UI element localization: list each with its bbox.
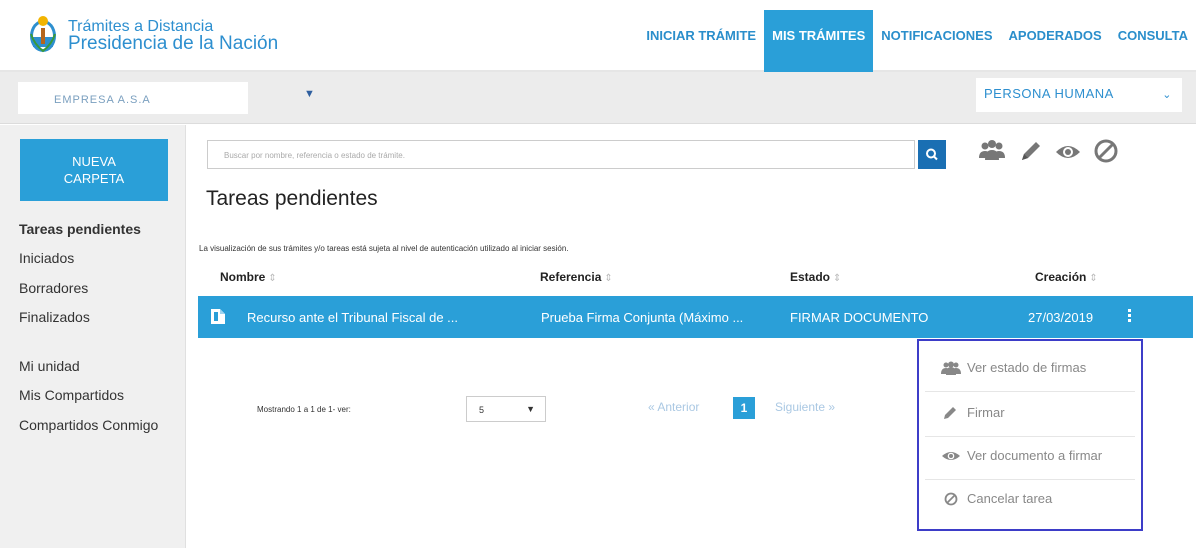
results-count: Mostrando 1 a 1 de 1- ver: <box>257 405 351 414</box>
table-row[interactable]: Recurso ante el Tribunal Fiscal de ... P… <box>198 296 1193 338</box>
pager-next[interactable]: Siguiente » <box>775 400 835 414</box>
sidebar: NUEVA CARPETA <box>0 125 186 548</box>
menu-divider <box>925 391 1135 392</box>
column-label-referencia: Referencia <box>540 270 602 284</box>
eye-icon <box>942 451 960 460</box>
menu-item-firmar[interactable]: Firmar <box>941 405 1131 420</box>
page-title: Tareas pendientes <box>206 187 378 210</box>
persona-select-value: PERSONA HUMANA <box>984 86 1114 101</box>
nav-notificaciones[interactable]: NOTIFICACIONES <box>873 10 1000 72</box>
menu-item-ver-documento[interactable]: Ver documento a firmar <box>941 448 1131 463</box>
menu-item-label: Ver estado de firmas <box>967 360 1087 375</box>
search-button[interactable] <box>918 140 946 169</box>
sidebar-item-mi-unidad[interactable]: Mi unidad <box>19 358 80 374</box>
argentina-shield-logo-icon[interactable] <box>28 14 58 54</box>
document-icon <box>211 309 225 324</box>
company-select-caret-icon[interactable]: ▼ <box>304 88 315 100</box>
nav-mis-tramites[interactable]: MIS TRÁMITES <box>764 10 874 72</box>
eye-icon[interactable] <box>1054 136 1082 166</box>
users-icon[interactable] <box>978 136 1006 166</box>
sidebar-item-mis-compartidos[interactable]: Mis Compartidos <box>19 387 124 403</box>
pencil-icon <box>944 406 956 419</box>
row-actions-kebab-icon[interactable] <box>1126 309 1134 325</box>
pager-previous[interactable]: « Anterior <box>648 400 699 414</box>
pencil-icon[interactable] <box>1016 136 1044 166</box>
page-size-select[interactable]: 5 ▼ <box>466 396 546 422</box>
nav-iniciar-tramite[interactable]: INICIAR TRÁMITE <box>638 10 764 72</box>
authentication-note: La visualización de sus trámites y/o tar… <box>199 244 569 253</box>
menu-divider <box>925 479 1135 480</box>
page-size-value: 5 <box>479 405 485 415</box>
cell-nombre: Recurso ante el Tribunal Fiscal de ... <box>247 310 458 325</box>
nav-apoderados[interactable]: APODERADOS <box>1001 10 1110 72</box>
sort-icon: ⇕ <box>1089 273 1098 284</box>
sidebar-item-compartidos-conmigo[interactable]: Compartidos Conmigo <box>19 417 158 433</box>
column-label-estado: Estado <box>790 270 831 284</box>
menu-item-ver-estado-firmas[interactable]: Ver estado de firmas <box>941 360 1131 375</box>
company-select[interactable]: EMPRESA A.S.A <box>18 82 248 114</box>
search-icon <box>926 148 938 161</box>
column-header-nombre[interactable]: Nombre ⇕ <box>220 270 277 284</box>
ban-icon[interactable] <box>1092 136 1120 166</box>
menu-item-cancelar-tarea[interactable]: Cancelar tarea <box>941 491 1131 506</box>
sidebar-item-tareas-pendientes[interactable]: Tareas pendientes <box>19 221 141 237</box>
row-context-menu: Ver estado de firmas Firmar Ver document… <box>917 339 1143 531</box>
top-header: Trámites a Distancia Presidencia de la N… <box>0 0 1196 72</box>
sort-icon: ⇕ <box>604 273 613 284</box>
sidebar-item-finalizados[interactable]: Finalizados <box>19 309 90 325</box>
account-bar: EMPRESA A.S.A ▼ PERSONA HUMANA ⌄ <box>0 72 1196 124</box>
nav-consulta[interactable]: CONSULTA <box>1110 10 1196 72</box>
search-input[interactable]: Buscar por nombre, referencia o estado d… <box>207 140 915 169</box>
pager-page-1[interactable]: 1 <box>733 397 755 419</box>
new-folder-label-2: CARPETA <box>63 171 125 186</box>
menu-item-label: Firmar <box>967 405 1005 420</box>
new-folder-label-1: NUEVA <box>72 154 116 169</box>
sidebar-item-iniciados[interactable]: Iniciados <box>19 250 74 266</box>
menu-item-label: Cancelar tarea <box>967 491 1053 506</box>
persona-select-caret-icon: ⌄ <box>1162 89 1172 101</box>
page-size-caret-icon: ▼ <box>526 404 535 414</box>
cell-estado: FIRMAR DOCUMENTO <box>790 310 929 325</box>
menu-divider <box>925 436 1135 437</box>
column-header-creacion[interactable]: Creación ⇕ <box>1035 270 1098 284</box>
sort-icon: ⇕ <box>268 273 277 284</box>
column-header-referencia[interactable]: Referencia ⇕ <box>540 270 613 284</box>
column-label-nombre: Nombre <box>220 270 266 284</box>
toolbar-actions <box>978 136 1120 166</box>
cell-referencia: Prueba Firma Conjunta (Máximo ... <box>541 310 744 325</box>
column-label-creacion: Creación <box>1035 270 1087 284</box>
column-header-estado[interactable]: Estado ⇕ <box>790 270 841 284</box>
menu-item-label: Ver documento a firmar <box>967 448 1103 463</box>
cell-creacion: 27/03/2019 <box>1028 310 1094 325</box>
ban-icon <box>944 492 958 505</box>
users-icon <box>941 361 961 375</box>
sidebar-item-borradores[interactable]: Borradores <box>19 280 88 296</box>
new-folder-button[interactable]: NUEVA CARPETA <box>20 139 168 201</box>
brand-title-line2: Presidencia de la Nación <box>68 33 279 54</box>
sort-icon: ⇕ <box>833 273 842 284</box>
main-nav: INICIAR TRÁMITE MIS TRÁMITES NOTIFICACIO… <box>638 10 1196 72</box>
persona-select[interactable]: PERSONA HUMANA ⌄ <box>976 78 1182 112</box>
